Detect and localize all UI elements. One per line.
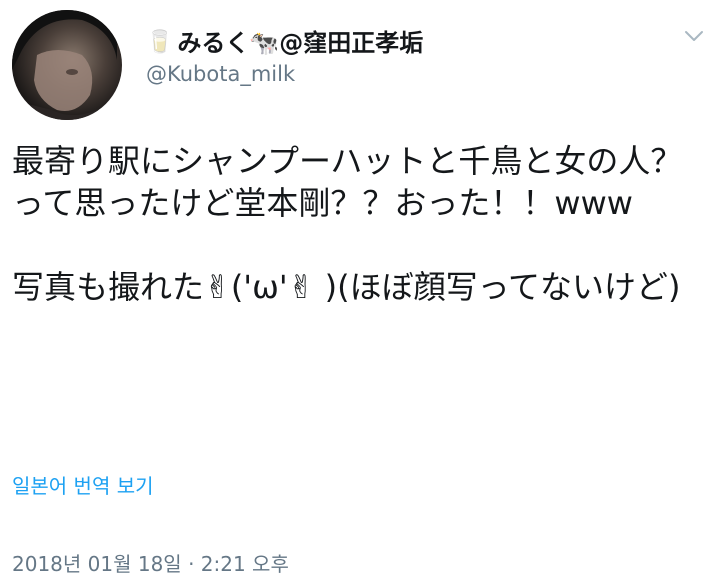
avatar[interactable]	[12, 10, 122, 120]
timestamp[interactable]: 2018년 01월 18일 · 2:21 오후	[12, 548, 289, 577]
user-header[interactable]: 🥛 みるく🐄@窪田正孝垢 @Kubota_milk	[146, 26, 423, 85]
display-name[interactable]: みるく🐄@窪田正孝垢	[177, 31, 423, 55]
tweet-card: 🥛 みるく🐄@窪田正孝垢 @Kubota_milk 最寄り駅にシャンプーハットと…	[0, 0, 720, 587]
tweet-text: 最寄り駅にシャンプーハットと千鳥と女の人？って思ったけど堂本剛？？おった！！ww…	[12, 142, 683, 306]
translate-link[interactable]: 일본어 번역 보기	[12, 470, 154, 499]
milk-emoji-icon: 🥛	[146, 30, 174, 55]
avatar-photo	[12, 10, 122, 120]
user-handle[interactable]: @Kubota_milk	[146, 64, 423, 85]
display-name-row: 🥛 みるく🐄@窪田正孝垢	[146, 26, 423, 60]
chevron-down-icon[interactable]	[682, 24, 706, 48]
